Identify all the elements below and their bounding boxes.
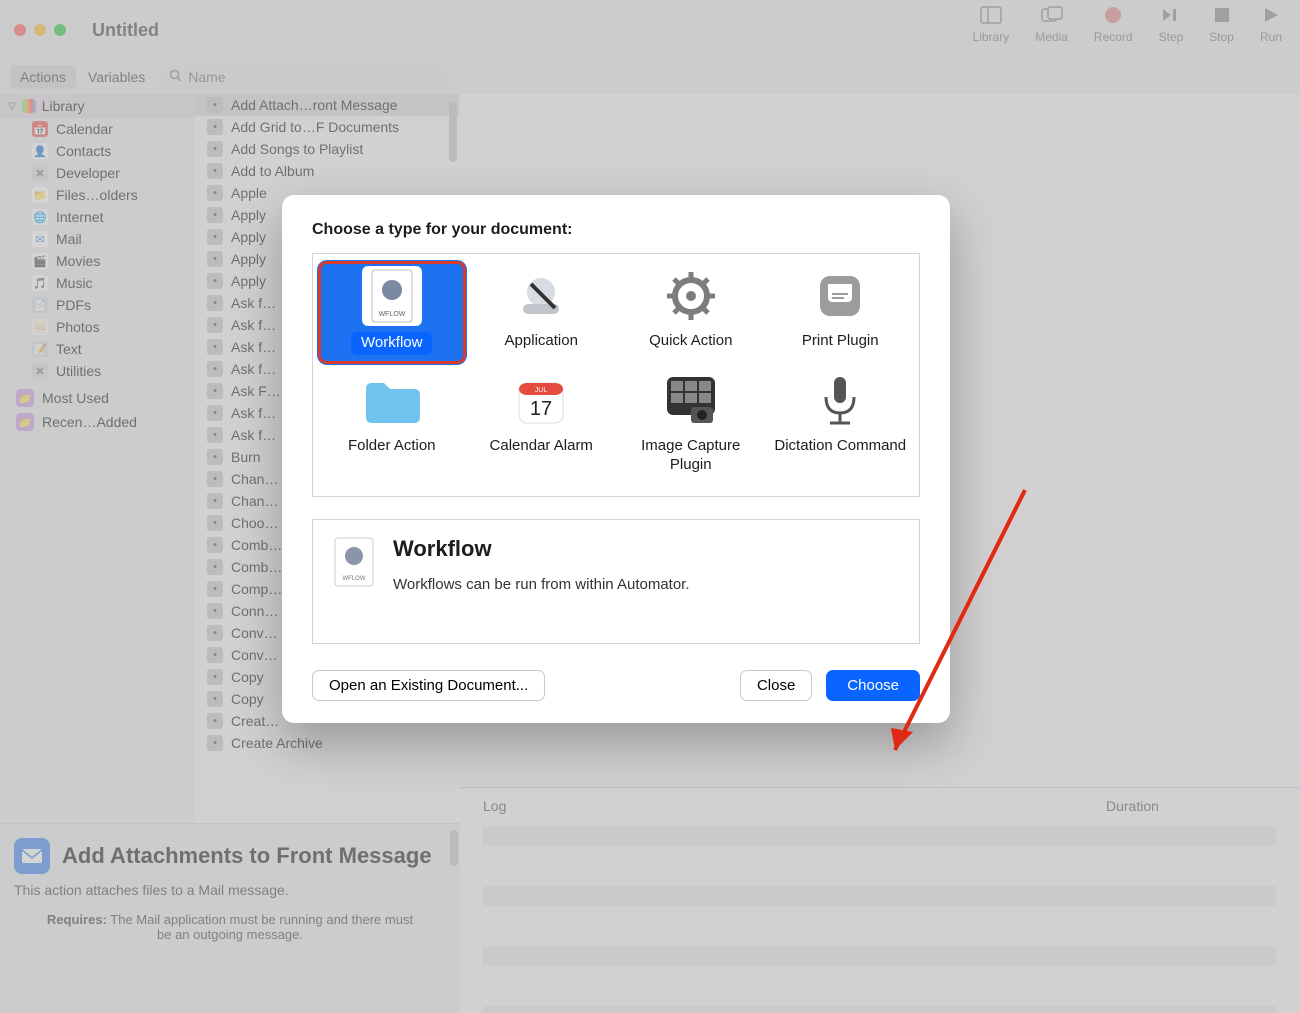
microphone-icon [810, 371, 870, 431]
svg-text:WFLOW: WFLOW [378, 311, 405, 318]
modal-title: Choose a type for your document: [312, 221, 920, 239]
type-folder-action-label: Folder Action [348, 437, 436, 456]
svg-text:17: 17 [530, 398, 552, 420]
folder-open-icon [362, 371, 422, 431]
choose-button[interactable]: Choose [826, 670, 920, 701]
type-quick-action-label: Quick Action [649, 332, 732, 351]
type-workflow[interactable]: WFLOW Workflow [317, 260, 467, 365]
document-type-grid: WFLOW Workflow Application Quick Action … [312, 253, 920, 497]
modal-desc-title: Workflow [393, 536, 690, 562]
type-quick-action[interactable]: Quick Action [616, 260, 766, 365]
type-image-capture-plugin[interactable]: Image Capture Plugin [616, 365, 766, 485]
type-application-label: Application [505, 332, 578, 351]
type-image-capture-label: Image Capture Plugin [620, 437, 762, 475]
gear-icon [661, 266, 721, 326]
image-capture-icon [661, 371, 721, 431]
application-icon [511, 266, 571, 326]
close-button[interactable]: Close [740, 670, 812, 701]
type-dictation-command[interactable]: Dictation Command [766, 365, 916, 485]
type-application[interactable]: Application [467, 260, 617, 365]
modal-desc-body: Workflows can be run from within Automat… [393, 576, 690, 593]
printer-icon [810, 266, 870, 326]
type-folder-action[interactable]: Folder Action [317, 365, 467, 485]
type-workflow-label: Workflow [351, 332, 432, 355]
workflow-icon: WFLOW [362, 266, 422, 326]
document-type-modal: Choose a type for your document: WFLOW W… [282, 195, 950, 723]
open-existing-button[interactable]: Open an Existing Document... [312, 670, 545, 701]
modal-description: WFLOW Workflow Workflows can be run from… [312, 519, 920, 644]
type-print-plugin[interactable]: Print Plugin [766, 260, 916, 365]
workflow-file-icon: WFLOW [333, 536, 375, 588]
modal-button-row: Open an Existing Document... Close Choos… [312, 670, 920, 701]
type-print-plugin-label: Print Plugin [802, 332, 879, 351]
type-dictation-label: Dictation Command [774, 437, 906, 456]
type-calendar-alarm-label: Calendar Alarm [490, 437, 593, 456]
svg-text:JUL: JUL [535, 387, 548, 394]
type-calendar-alarm[interactable]: JUL 17 Calendar Alarm [467, 365, 617, 485]
svg-text:WFLOW: WFLOW [343, 576, 366, 582]
calendar-icon: JUL 17 [511, 371, 571, 431]
